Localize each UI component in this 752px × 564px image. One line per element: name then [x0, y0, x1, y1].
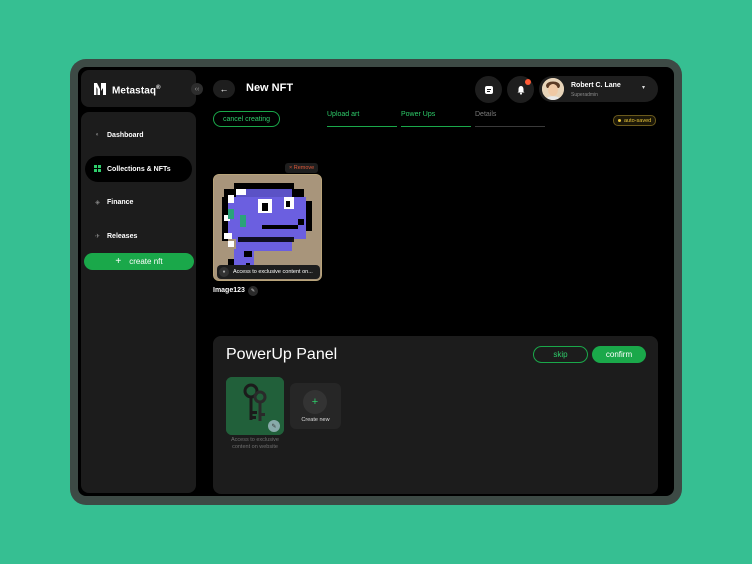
registered-mark: ®: [156, 85, 161, 91]
lock-icon: ●: [219, 267, 229, 277]
chevrons-left-icon: ‹‹: [194, 85, 200, 93]
nft-caption: ● Access to exclusive content on...: [217, 265, 320, 279]
create-new-label: Create new: [301, 417, 330, 423]
create-nft-label: create nft: [129, 257, 163, 266]
chat-icon: [484, 85, 493, 94]
plus-icon: +: [115, 256, 122, 267]
app-name: Metastaq®: [112, 85, 161, 97]
remove-button[interactable]: × Remove: [285, 163, 319, 173]
confirm-button[interactable]: confirm: [592, 346, 646, 363]
avatar: [542, 78, 564, 100]
back-button[interactable]: ←: [213, 80, 235, 98]
rocket-icon: ✈: [94, 233, 101, 240]
metastaq-logo-icon: [94, 83, 106, 95]
nft-artwork[interactable]: ● Access to exclusive content on...: [213, 174, 322, 281]
tab-details[interactable]: Details: [475, 111, 496, 118]
tab-power-ups[interactable]: Power Ups: [401, 111, 435, 118]
app-screen: Metastaq® ‹‹ ◐ Dashboard Collections & N…: [78, 67, 674, 496]
status-badge: auto-saved: [613, 115, 657, 126]
create-nft-button[interactable]: + create nft: [84, 253, 194, 270]
page-title: New NFT: [246, 82, 294, 94]
sidebar-item-collections[interactable]: Collections & NFTs: [85, 156, 192, 182]
chevron-down-icon: ▾: [642, 85, 646, 91]
user-name: Robert C. Lane: [571, 82, 621, 89]
brand-card: Metastaq®: [81, 70, 196, 107]
notifications-button[interactable]: [507, 76, 534, 103]
status-dot-icon: [618, 119, 621, 122]
sidebar-item-label: Dashboard: [107, 131, 144, 139]
arrow-left-icon: ←: [219, 84, 229, 94]
tab-upload-art[interactable]: Upload art: [327, 111, 359, 118]
collapse-sidebar-button[interactable]: ‹‹: [191, 83, 203, 95]
user-menu[interactable]: Robert C. Lane Superadmin ▾: [539, 76, 658, 102]
dashboard-icon: ◐: [95, 132, 100, 138]
plus-icon: +: [303, 390, 327, 414]
edit-name-button[interactable]: ✎: [248, 286, 258, 296]
sidebar-item-dashboard[interactable]: ◐ Dashboard: [85, 122, 192, 148]
sidebar-item-label: Collections & NFTs: [107, 165, 171, 173]
pencil-icon: ✎: [271, 423, 277, 430]
skip-button[interactable]: skip: [533, 346, 588, 363]
step-progress-details: [475, 126, 545, 127]
finance-icon: ◈: [95, 199, 100, 206]
edit-powerup-button[interactable]: ✎: [268, 420, 280, 432]
pencil-icon: ✎: [250, 288, 256, 294]
cancel-creating-button[interactable]: cancel creating: [213, 111, 280, 127]
grid-icon: [94, 164, 101, 174]
powerup-caption: Access to exclusive content on website: [231, 437, 279, 450]
create-new-powerup-button[interactable]: + Create new: [290, 383, 341, 429]
messages-button[interactable]: [475, 76, 502, 103]
notification-badge: [525, 79, 531, 85]
sidebar-item-label: Releases: [107, 232, 138, 240]
sidebar-item-finance[interactable]: ◈ Finance: [85, 189, 192, 215]
powerup-card[interactable]: ✎: [226, 377, 284, 435]
step-progress-power-ups: [401, 126, 471, 127]
panel-title: PowerUp Panel: [226, 346, 338, 363]
powerup-panel: PowerUp Panel skip confirm ✎ Access to e…: [213, 336, 658, 494]
bell-icon: [517, 85, 524, 95]
sidebar-item-releases[interactable]: ✈ Releases: [85, 223, 192, 249]
step-progress-upload-art: [327, 126, 397, 127]
nft-caption-text: Access to exclusive content on...: [233, 269, 313, 275]
user-role: Superadmin: [571, 92, 598, 98]
sidebar-item-label: Finance: [107, 198, 134, 206]
sidebar-nav: ◐ Dashboard Collections & NFTs ◈ Finance…: [81, 112, 196, 493]
nft-name: Image123: [213, 287, 245, 294]
